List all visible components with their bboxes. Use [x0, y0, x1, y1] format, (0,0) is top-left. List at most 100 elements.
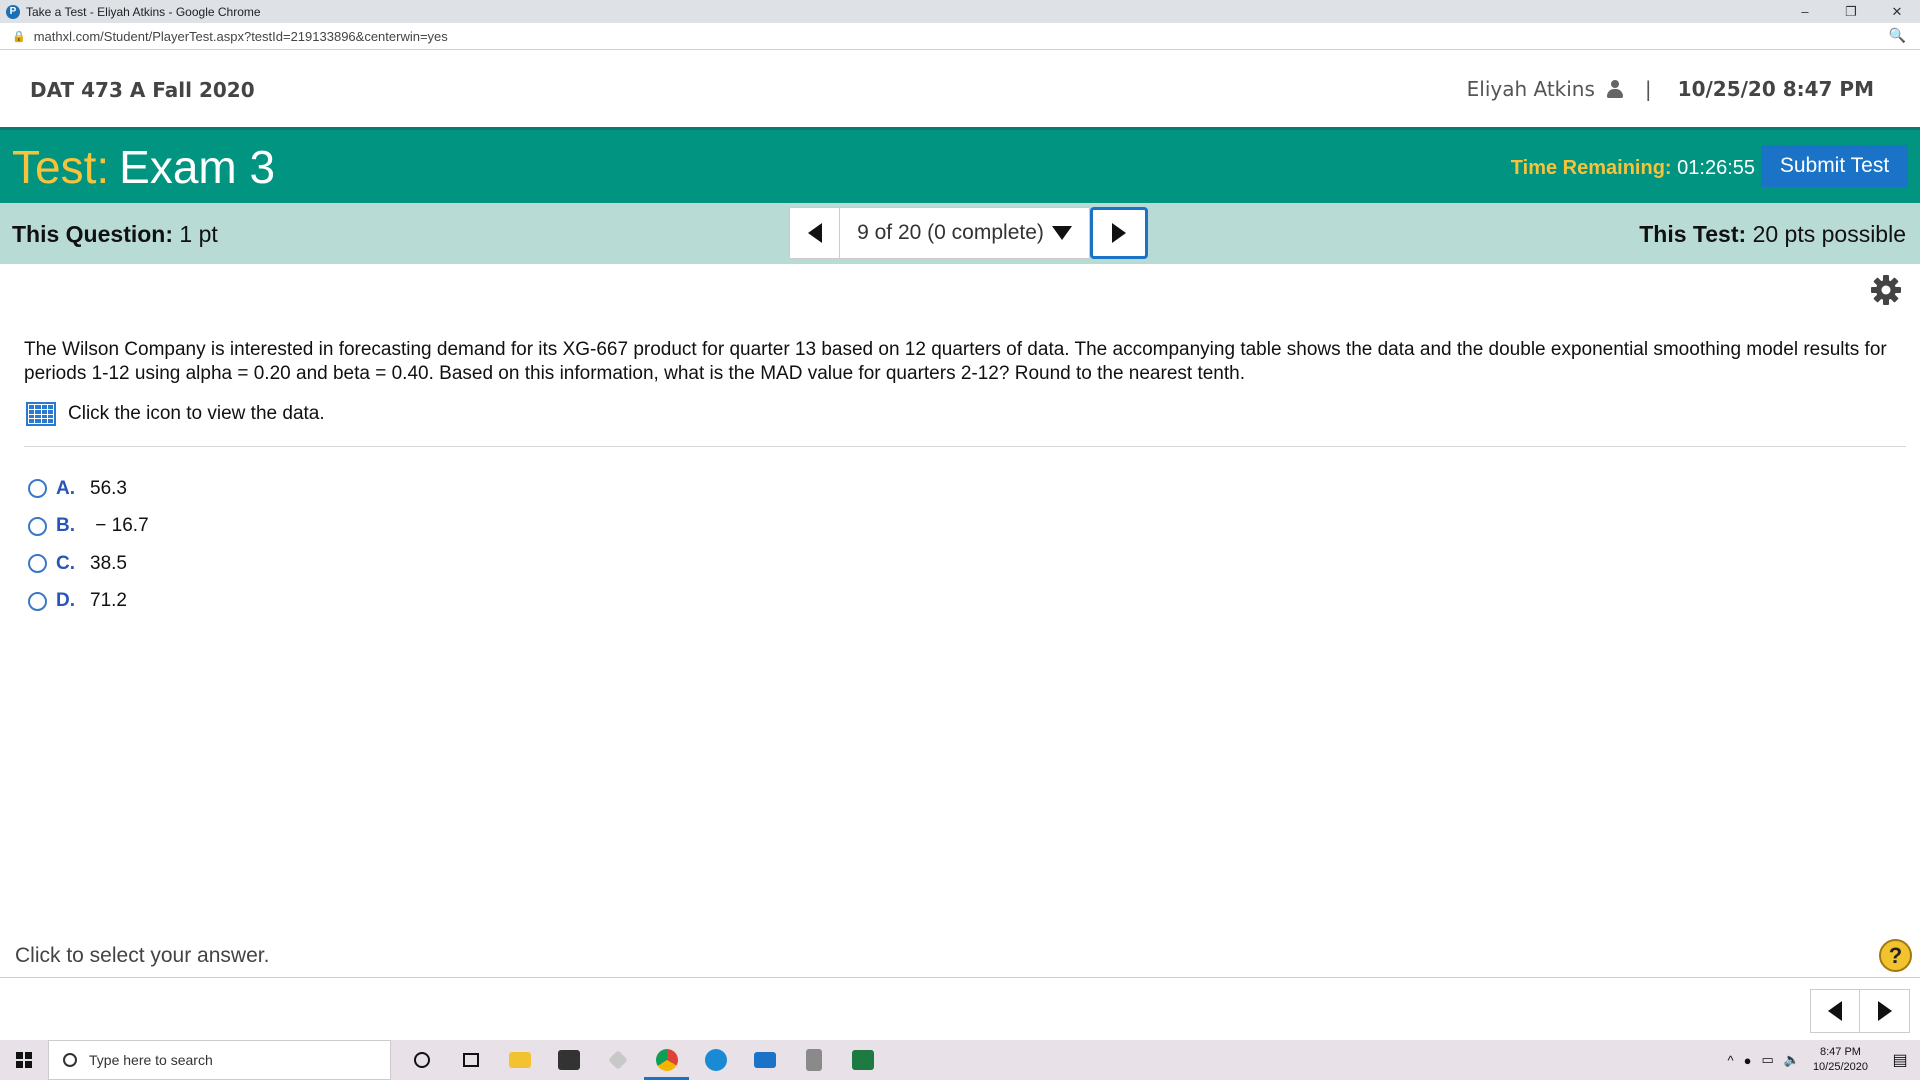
- radio-button[interactable]: [28, 516, 47, 536]
- search-icon: [63, 1053, 77, 1067]
- chrome-button[interactable]: [642, 1040, 691, 1080]
- lock-icon: 🔒: [12, 30, 26, 43]
- choice-b[interactable]: B. − 16.7: [28, 508, 149, 546]
- choice-c[interactable]: C. 38.5: [28, 545, 149, 583]
- taskbar-search-box[interactable]: Type here to search: [48, 1040, 391, 1080]
- bottom-navigation: [1810, 989, 1910, 1033]
- edge-button[interactable]: [691, 1040, 740, 1080]
- question-progress: 9 of 20 (0 complete): [857, 221, 1044, 244]
- mail-button[interactable]: [740, 1040, 789, 1080]
- divider: [24, 446, 1906, 447]
- calculator-icon: [805, 1049, 822, 1071]
- this-test-label: This Test:: [1639, 221, 1747, 247]
- folder-icon: [508, 1052, 531, 1068]
- calculator-button[interactable]: [789, 1040, 838, 1080]
- test-banner: Test: Exam 3 Time Remaining: 01:26:55 Sub…: [0, 127, 1920, 203]
- choice-letter: D.: [56, 590, 75, 612]
- data-table-icon[interactable]: [26, 402, 56, 426]
- test-title: Test: Exam 3: [12, 140, 275, 194]
- choice-d[interactable]: D. 71.2: [28, 583, 149, 621]
- taskbar-date: 10/25/2020: [1812, 1061, 1868, 1073]
- dropbox-icon: [607, 1050, 628, 1070]
- radio-button[interactable]: [28, 591, 47, 611]
- mail-icon: [753, 1052, 776, 1068]
- windows-taskbar: Type here to search ^ ● ▭ 🔈 8:47 PM 10/2…: [0, 1040, 1920, 1080]
- chrome-icon: [655, 1049, 678, 1071]
- notifications-icon[interactable]: ▤: [1880, 1050, 1920, 1070]
- page: P Take a Test - Eliyah Atkins - Google C…: [0, 0, 1920, 1080]
- submit-test-button[interactable]: Submit Test: [1761, 145, 1908, 187]
- edge-icon: [704, 1049, 727, 1071]
- network-icon[interactable]: ▭: [1761, 1052, 1773, 1068]
- this-question-label: This Question:: [12, 221, 173, 247]
- taskbar-apps: [397, 1040, 887, 1080]
- time-remaining-label: Time Remaining:: [1510, 157, 1672, 179]
- window-controls: – ❐ ✕: [1782, 0, 1920, 23]
- choice-a[interactable]: A. 56.3: [28, 470, 149, 508]
- this-question-points: This Question: 1 pt: [12, 221, 218, 248]
- address-bar[interactable]: 🔒 mathxl.com/Student/PlayerTest.aspx?tes…: [0, 23, 1920, 50]
- test-label: Test:: [12, 141, 110, 193]
- test-name: Exam 3: [119, 141, 276, 193]
- choice-value: 71.2: [90, 590, 127, 612]
- next-question-button[interactable]: [1090, 207, 1148, 259]
- question-navigator: 9 of 20 (0 complete): [789, 207, 1148, 259]
- excel-icon: [851, 1050, 874, 1070]
- previous-question-button[interactable]: [789, 207, 840, 259]
- choice-value: 56.3: [90, 477, 127, 499]
- header-separator: |: [1644, 77, 1652, 101]
- app-tray-icon[interactable]: ●: [1744, 1053, 1752, 1068]
- bottom-previous-button[interactable]: [1810, 989, 1860, 1033]
- choice-letter: A.: [56, 477, 75, 499]
- arrow-left-icon: [807, 223, 822, 243]
- minimize-button[interactable]: –: [1782, 0, 1828, 23]
- start-button[interactable]: [0, 1040, 48, 1080]
- user-icon: [1606, 80, 1623, 98]
- windows-logo-icon: [16, 1052, 32, 1068]
- footer-divider: [0, 977, 1920, 978]
- caret-down-icon: [1051, 226, 1072, 240]
- view-data-link[interactable]: Click the icon to view the data.: [26, 402, 325, 426]
- choice-letter: C.: [56, 552, 75, 574]
- user-area: Eliyah Atkins | 10/25/20 8:47 PM: [1467, 77, 1874, 101]
- pearson-favicon-icon: P: [6, 4, 20, 19]
- arrow-left-icon: [1828, 1001, 1842, 1021]
- question-bar: This Question: 1 pt 9 of 20 (0 complete)…: [0, 203, 1920, 264]
- close-button[interactable]: ✕: [1874, 0, 1920, 23]
- volume-icon[interactable]: 🔈: [1784, 1052, 1800, 1068]
- taskbar-time: 8:47 PM: [1819, 1046, 1861, 1058]
- site-header: DAT 473 A Fall 2020 Eliyah Atkins | 10/2…: [0, 50, 1920, 127]
- arrow-right-icon: [1112, 223, 1126, 243]
- excel-button[interactable]: [838, 1040, 887, 1080]
- dropbox-button[interactable]: [593, 1040, 642, 1080]
- answer-choices: A. 56.3 B. − 16.7 C. 38.5 D. 71.2: [28, 470, 149, 620]
- settings-gear-icon[interactable]: [1870, 274, 1902, 306]
- url-text[interactable]: mathxl.com/Student/PlayerTest.aspx?testI…: [34, 29, 448, 44]
- task-view-button[interactable]: [446, 1040, 495, 1080]
- file-explorer-button[interactable]: [495, 1040, 544, 1080]
- radio-button[interactable]: [28, 479, 47, 499]
- question-text: The Wilson Company is interested in fore…: [24, 339, 1887, 384]
- store-button[interactable]: [544, 1040, 593, 1080]
- help-icon[interactable]: ?: [1879, 939, 1912, 972]
- zoom-icon[interactable]: 🔍: [1889, 27, 1906, 44]
- choice-letter: B.: [56, 515, 75, 537]
- task-view-icon: [462, 1053, 479, 1067]
- choice-value: 38.5: [90, 552, 127, 574]
- bottom-next-button[interactable]: [1860, 989, 1910, 1033]
- header-datetime: 10/25/20 8:47 PM: [1677, 77, 1874, 101]
- chevron-up-icon[interactable]: ^: [1727, 1053, 1733, 1068]
- restore-button[interactable]: ❐: [1828, 0, 1874, 23]
- time-remaining: Time Remaining: 01:26:55: [1511, 157, 1755, 180]
- course-title: DAT 473 A Fall 2020: [30, 78, 255, 102]
- radio-button[interactable]: [28, 554, 47, 574]
- taskbar-clock[interactable]: 8:47 PM 10/25/2020: [1813, 1045, 1868, 1075]
- browser-titlebar: P Take a Test - Eliyah Atkins - Google C…: [0, 0, 1920, 23]
- user-name: Eliyah Atkins: [1466, 77, 1595, 101]
- view-data-text: Click the icon to view the data.: [68, 403, 325, 424]
- this-question-value: 1 pt: [179, 221, 218, 247]
- system-tray: ^ ● ▭ 🔈 8:47 PM 10/25/2020 ▤: [1722, 1040, 1920, 1080]
- cortana-button[interactable]: [397, 1040, 446, 1080]
- question-selector-dropdown[interactable]: 9 of 20 (0 complete): [840, 207, 1090, 259]
- window-title: Take a Test - Eliyah Atkins - Google Chr…: [26, 4, 261, 19]
